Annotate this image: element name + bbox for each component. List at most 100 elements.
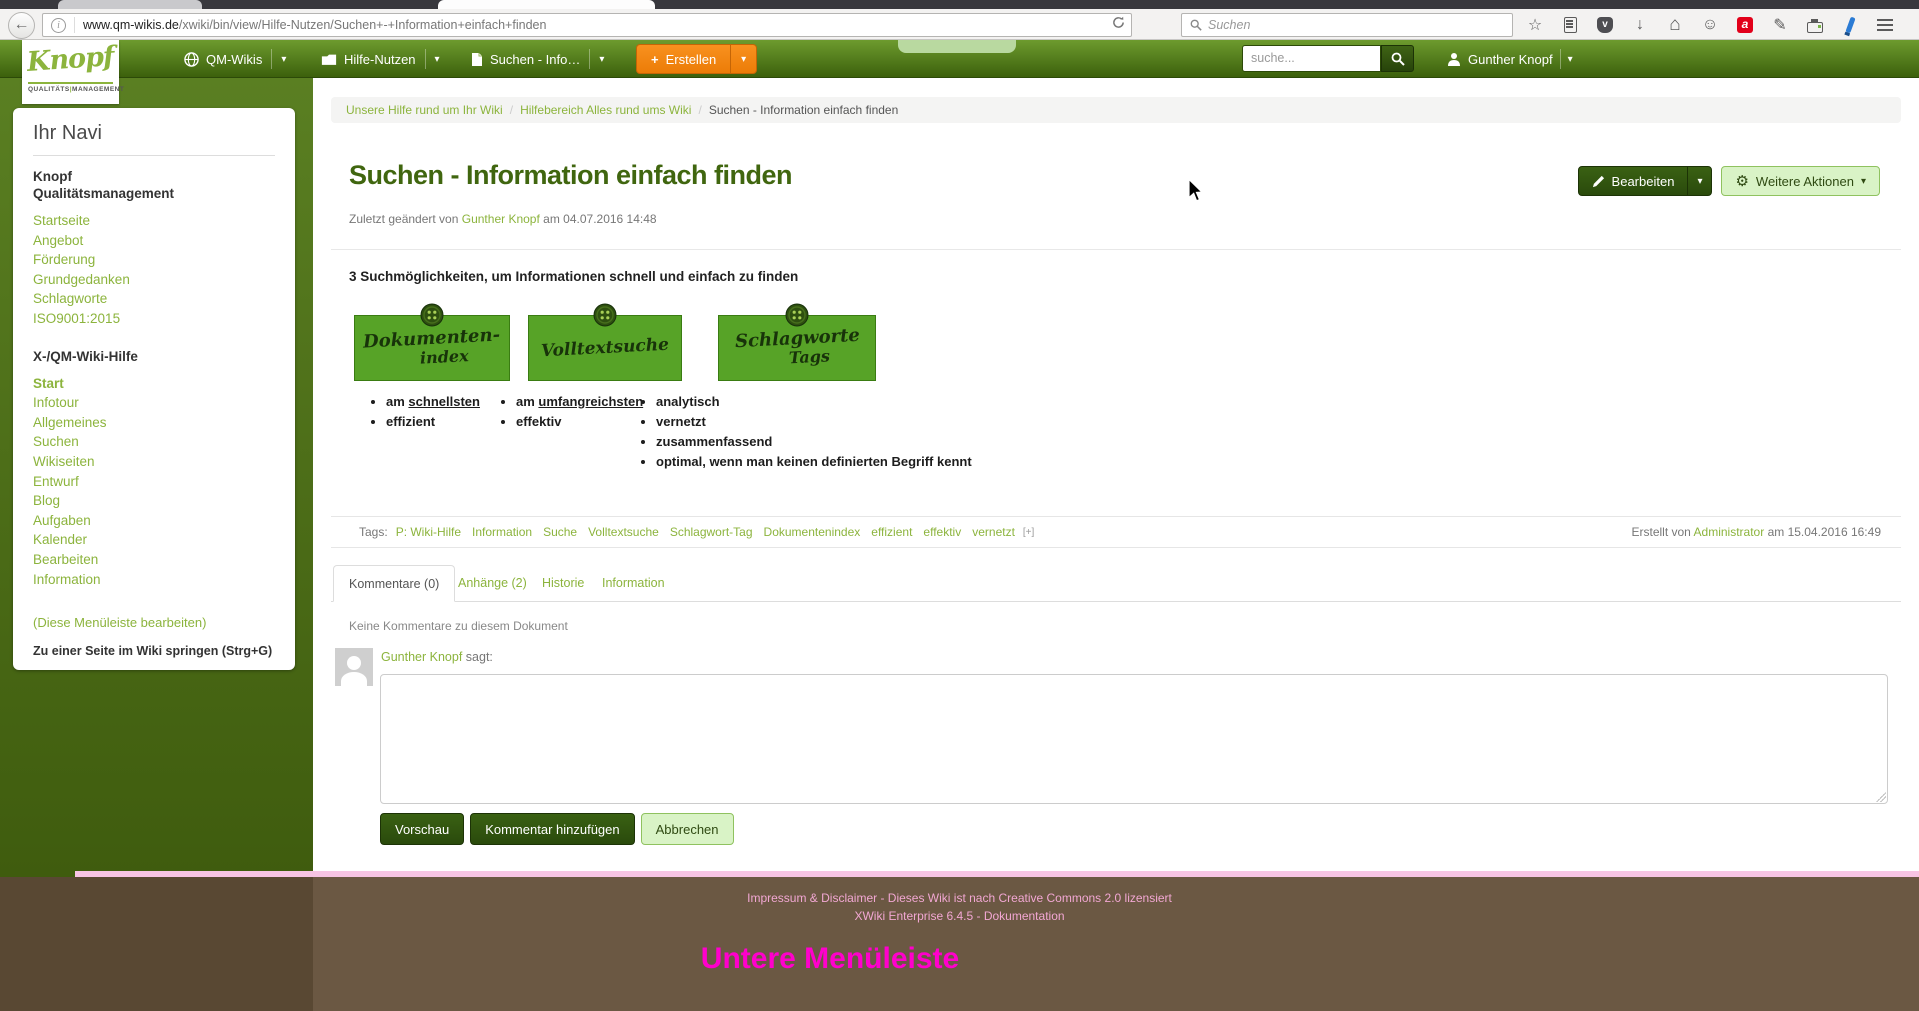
sidebar-item[interactable]: Förderung: [33, 250, 275, 270]
sidebar-item[interactable]: Entwurf: [33, 472, 275, 492]
feedback-smiley-icon[interactable]: ☺: [1699, 14, 1721, 36]
edit-button[interactable]: Bearbeiten ▾: [1577, 166, 1713, 196]
sidebar-item[interactable]: Information: [33, 570, 275, 590]
tags-label: Tags:: [359, 525, 388, 539]
sidebar-item[interactable]: Blog: [33, 491, 275, 511]
knopf-logo[interactable]: Knopf QUALITÄTS|MANAGEMENT: [22, 40, 124, 104]
sidebar-item[interactable]: Startseite: [33, 211, 275, 231]
tab-comments[interactable]: Kommentare (0): [333, 565, 456, 602]
sidebar-group2-title: X-/QM-Wiki-Hilfe: [33, 348, 138, 364]
sidebar-item[interactable]: Wikiseiten: [33, 452, 275, 472]
divider: [331, 249, 1901, 250]
user-menu[interactable]: Gunther Knopf ▾: [1447, 40, 1573, 78]
search-icon: [1391, 52, 1405, 66]
bookmark-star-icon[interactable]: ☆: [1524, 14, 1546, 36]
comment-buttons: Vorschau Kommentar hinzufügen Abbrechen: [380, 813, 734, 845]
figure-volltextsuche[interactable]: Volltextsuche: [528, 303, 682, 381]
tag-link[interactable]: effektiv: [923, 525, 961, 539]
mouse-cursor: [1187, 177, 1204, 208]
navigation-panel: Ihr Navi Knopf Qualitätsmanagement Start…: [13, 108, 295, 670]
sidebar-item[interactable]: Start: [33, 374, 275, 394]
cancel-button[interactable]: Abbrechen: [640, 813, 734, 845]
tag-link[interactable]: Dokumentenindex: [764, 525, 861, 539]
sidebar-item[interactable]: Angebot: [33, 231, 275, 251]
back-button[interactable]: ←: [8, 12, 35, 39]
sidebar-item[interactable]: Infotour: [33, 393, 275, 413]
chevron-down-icon[interactable]: ▾: [599, 54, 604, 65]
highlighter-icon[interactable]: [1839, 14, 1861, 36]
sidebar-item[interactable]: ISO9001:2015: [33, 309, 275, 329]
pocket-icon[interactable]: v: [1594, 14, 1616, 36]
create-dropdown[interactable]: ▾: [730, 45, 756, 73]
create-button[interactable]: + Erstellen ▾: [636, 44, 758, 74]
add-tag-button[interactable]: [+]: [1023, 527, 1034, 538]
tag-link[interactable]: effizient: [871, 525, 912, 539]
tag-link[interactable]: Information: [472, 525, 532, 539]
search-placeholder: Suchen: [1208, 18, 1251, 32]
preview-button[interactable]: Vorschau: [380, 813, 465, 845]
chevron-down-icon[interactable]: ▾: [1568, 54, 1573, 65]
printer-icon[interactable]: [1804, 14, 1826, 36]
avira-icon[interactable]: a: [1734, 14, 1756, 36]
tag-link[interactable]: Suche: [543, 525, 577, 539]
sidebar-item[interactable]: Allgemeines: [33, 413, 275, 433]
tab-information[interactable]: Information: [587, 565, 680, 602]
footer-impressum-link[interactable]: Impressum & Disclaimer - Dieses Wiki ist…: [0, 891, 1919, 905]
add-comment-button[interactable]: Kommentar hinzufügen: [470, 813, 635, 845]
browser-tab[interactable]: [58, 0, 202, 9]
reading-list-icon[interactable]: [1559, 14, 1581, 36]
breadcrumb-link[interactable]: Unsere Hilfe rund um Ihr Wiki: [346, 103, 503, 117]
downloads-icon[interactable]: ↓: [1629, 14, 1651, 36]
tag-link[interactable]: Schlagwort-Tag: [670, 525, 753, 539]
figure-schlagworte[interactable]: Schlagworte Tags: [718, 303, 876, 381]
sidebar-item[interactable]: Suchen: [33, 432, 275, 452]
menu-space[interactable]: Hilfe-Nutzen ▾: [321, 40, 440, 78]
browser-tab-active[interactable]: [438, 0, 655, 9]
url-bar[interactable]: i www.qm-wikis.de/xwiki/bin/view/Hilfe-N…: [42, 13, 1132, 37]
wiki-search-button[interactable]: [1381, 45, 1414, 72]
comment-author-line: Gunther Knopf sagt:: [381, 650, 493, 664]
chevron-down-icon[interactable]: ▾: [281, 54, 286, 65]
sidebar-item[interactable]: Aufgaben: [33, 511, 275, 531]
sidebar-title: Ihr Navi: [33, 122, 102, 144]
pen-icon[interactable]: ✎: [1769, 14, 1791, 36]
browser-search-input[interactable]: Suchen: [1181, 13, 1513, 37]
comment-textarea[interactable]: [380, 674, 1888, 804]
page-actions: Bearbeiten ▾ ⚙ Weitere Aktionen ▾: [1577, 166, 1880, 196]
menu-wiki[interactable]: QM-Wikis ▾: [184, 40, 286, 78]
pencil-icon: [1592, 175, 1604, 187]
sidebar-item[interactable]: Bearbeiten: [33, 550, 275, 570]
sidebar-item[interactable]: Kalender: [33, 530, 275, 550]
footer-banner-text: Untere Menüleiste: [700, 942, 960, 975]
home-icon[interactable]: ⌂: [1664, 14, 1686, 36]
resize-handle[interactable]: [1876, 792, 1886, 802]
created-user-link[interactable]: Administrator: [1694, 525, 1765, 539]
menu-page[interactable]: Suchen - Info… ▾: [471, 40, 604, 78]
content-heading: 3 Suchmöglichkeiten, um Informationen sc…: [349, 269, 799, 284]
page-title: Suchen - Information einfach finden: [349, 160, 793, 190]
sidebar-item[interactable]: Grundgedanken: [33, 270, 275, 290]
site-info-icon[interactable]: i: [51, 17, 66, 33]
breadcrumb-link[interactable]: Hilfebereich Alles rund ums Wiki: [520, 103, 691, 117]
modified-user-link[interactable]: Gunther Knopf: [462, 212, 540, 226]
plus-icon: +: [651, 51, 659, 67]
footer-version-link[interactable]: XWiki Enterprise 6.4.5 - Dokumentation: [0, 909, 1919, 923]
more-actions-button[interactable]: ⚙ Weitere Aktionen ▾: [1721, 166, 1880, 196]
tag-link[interactable]: Volltextsuche: [588, 525, 659, 539]
document-icon: [472, 52, 482, 66]
globe-icon: [184, 51, 199, 67]
search-icon: [1190, 19, 1202, 31]
sidebar-links-hilfe: Start Infotour Allgemeines Suchen Wikise…: [33, 374, 275, 590]
tag-link[interactable]: vernetzt: [972, 525, 1015, 539]
author-link[interactable]: Gunther Knopf: [381, 650, 462, 664]
chevron-down-icon[interactable]: ▾: [435, 54, 440, 65]
edit-menu-link[interactable]: (Diese Menüleiste bearbeiten): [33, 615, 275, 630]
wiki-search-input[interactable]: suche...: [1242, 45, 1381, 72]
tag-link[interactable]: P: Wiki-Hilfe: [396, 525, 461, 539]
bullet-list-volltextsuche: am umfangreichsten effektiv: [500, 392, 643, 432]
edit-dropdown[interactable]: ▾: [1687, 167, 1711, 195]
menu-icon[interactable]: [1874, 14, 1896, 36]
reload-icon[interactable]: [1112, 16, 1125, 34]
figure-dokumentenindex[interactable]: Dokumenten- index: [354, 303, 510, 381]
sidebar-item[interactable]: Schlagworte: [33, 289, 275, 309]
